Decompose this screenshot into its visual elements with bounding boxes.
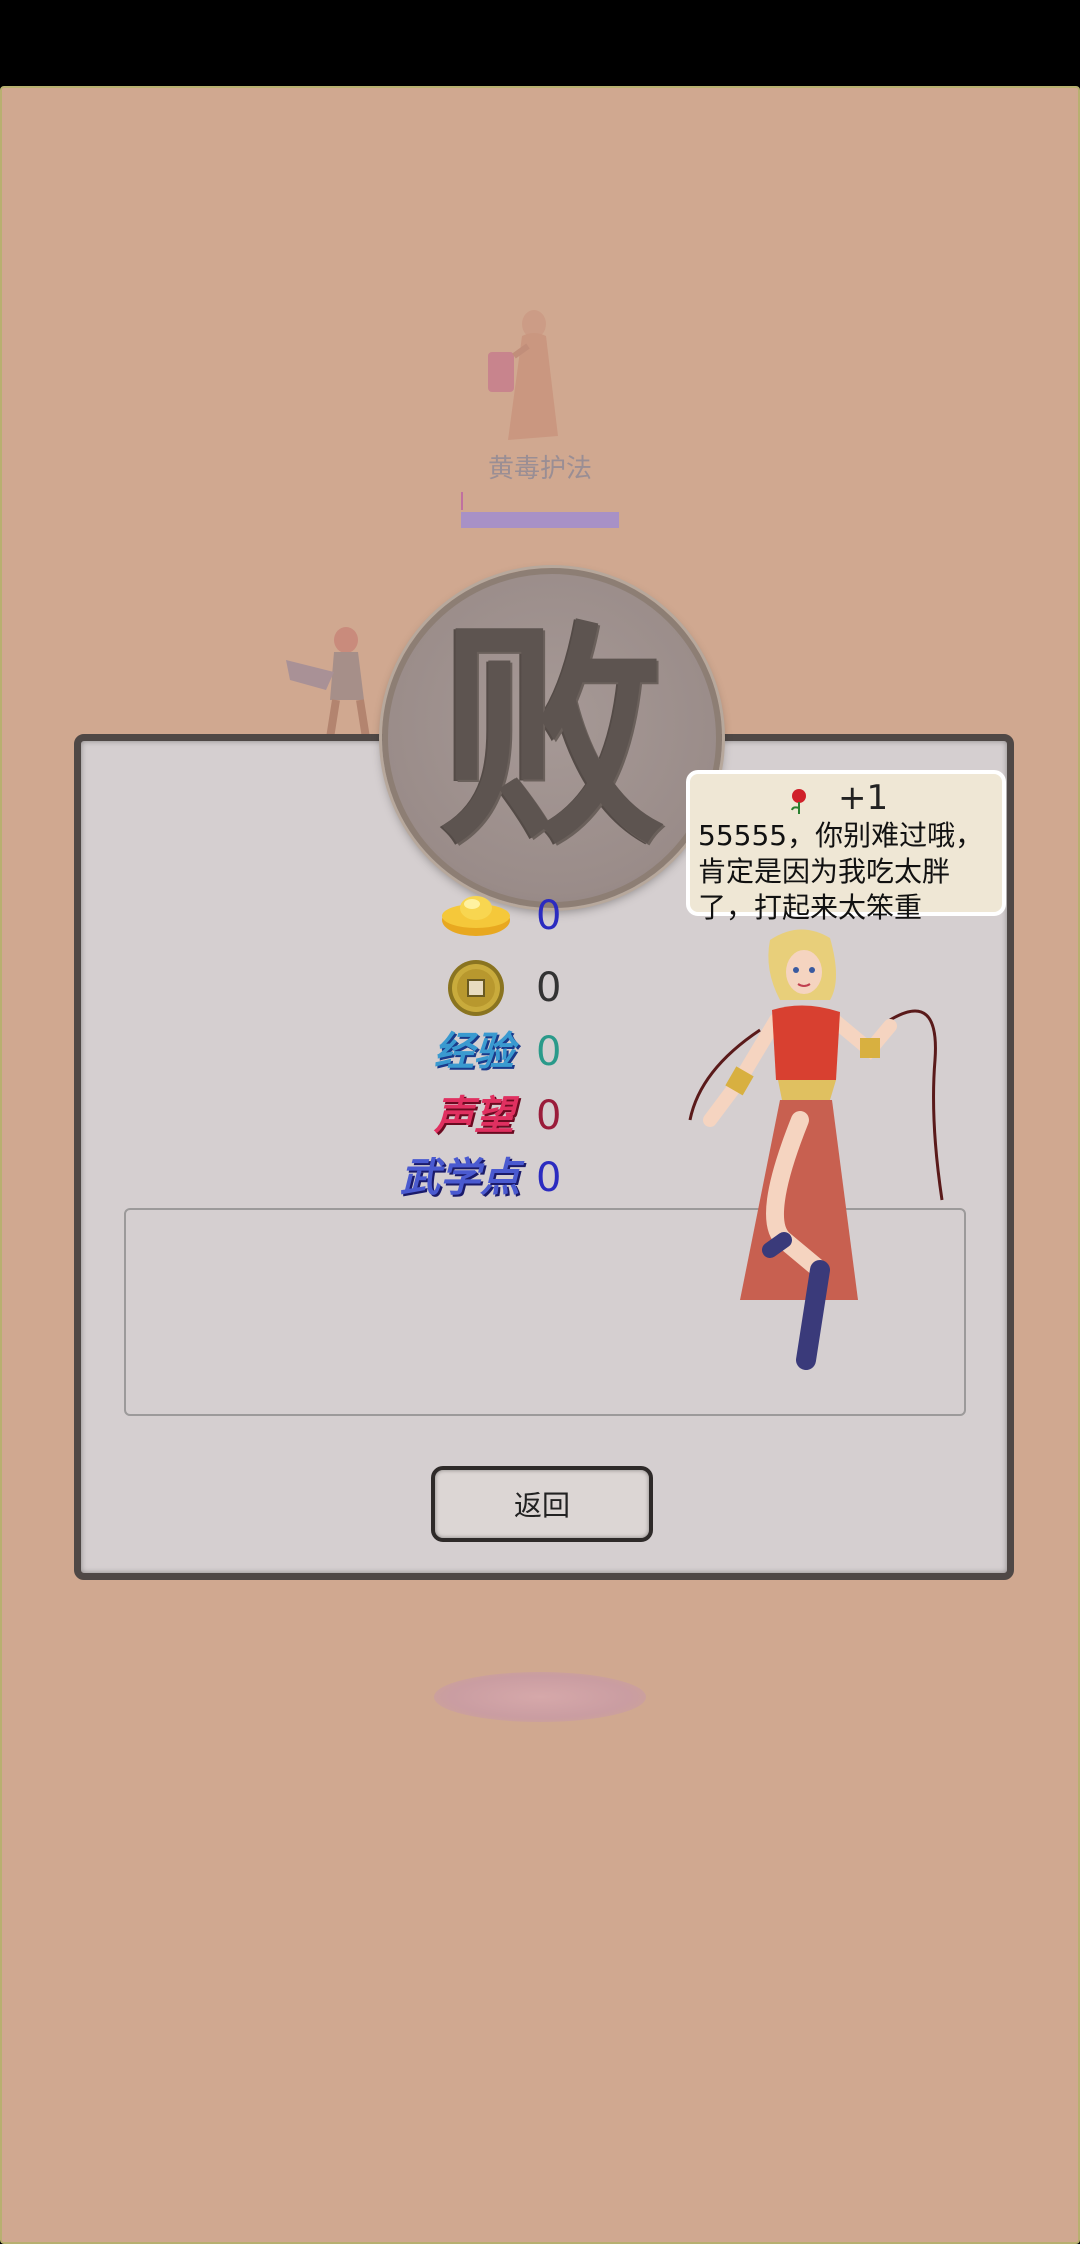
enemy-hp-bar [461,512,619,528]
enemy-sprite [488,310,558,440]
heroine-sprite [688,929,944,1370]
enemy-name: 黄毒护法 [487,454,592,484]
reputation-value: 0 [536,1093,562,1139]
reputation-label: 声望 [434,1092,514,1139]
martial-points-value: 0 [536,1155,562,1201]
defeat-stamp: 败 [382,568,722,908]
rose-icon [791,789,806,814]
defeat-text: 败 [438,598,665,877]
affection-gain: +1 [838,778,889,818]
back-button[interactable]: 返回 [431,1466,653,1542]
copper-coin-value: 0 [536,965,562,1011]
gold-ingot-value: 0 [536,893,562,939]
enemy-hp-marker [461,492,463,510]
speech-text: 55555，你别难过哦，肯定是因为我吃太胖了，打起来太笨重 [698,819,984,924]
experience-label: 经验 [434,1028,514,1075]
gold-ingot-icon [442,896,510,936]
experience-value: 0 [536,1029,562,1075]
copper-coin-icon [448,960,504,1016]
ally-sprite [286,627,370,739]
status-bar [0,0,1080,86]
martial-points-label: 武学点 [400,1154,520,1201]
magic-circle [434,1672,646,1722]
